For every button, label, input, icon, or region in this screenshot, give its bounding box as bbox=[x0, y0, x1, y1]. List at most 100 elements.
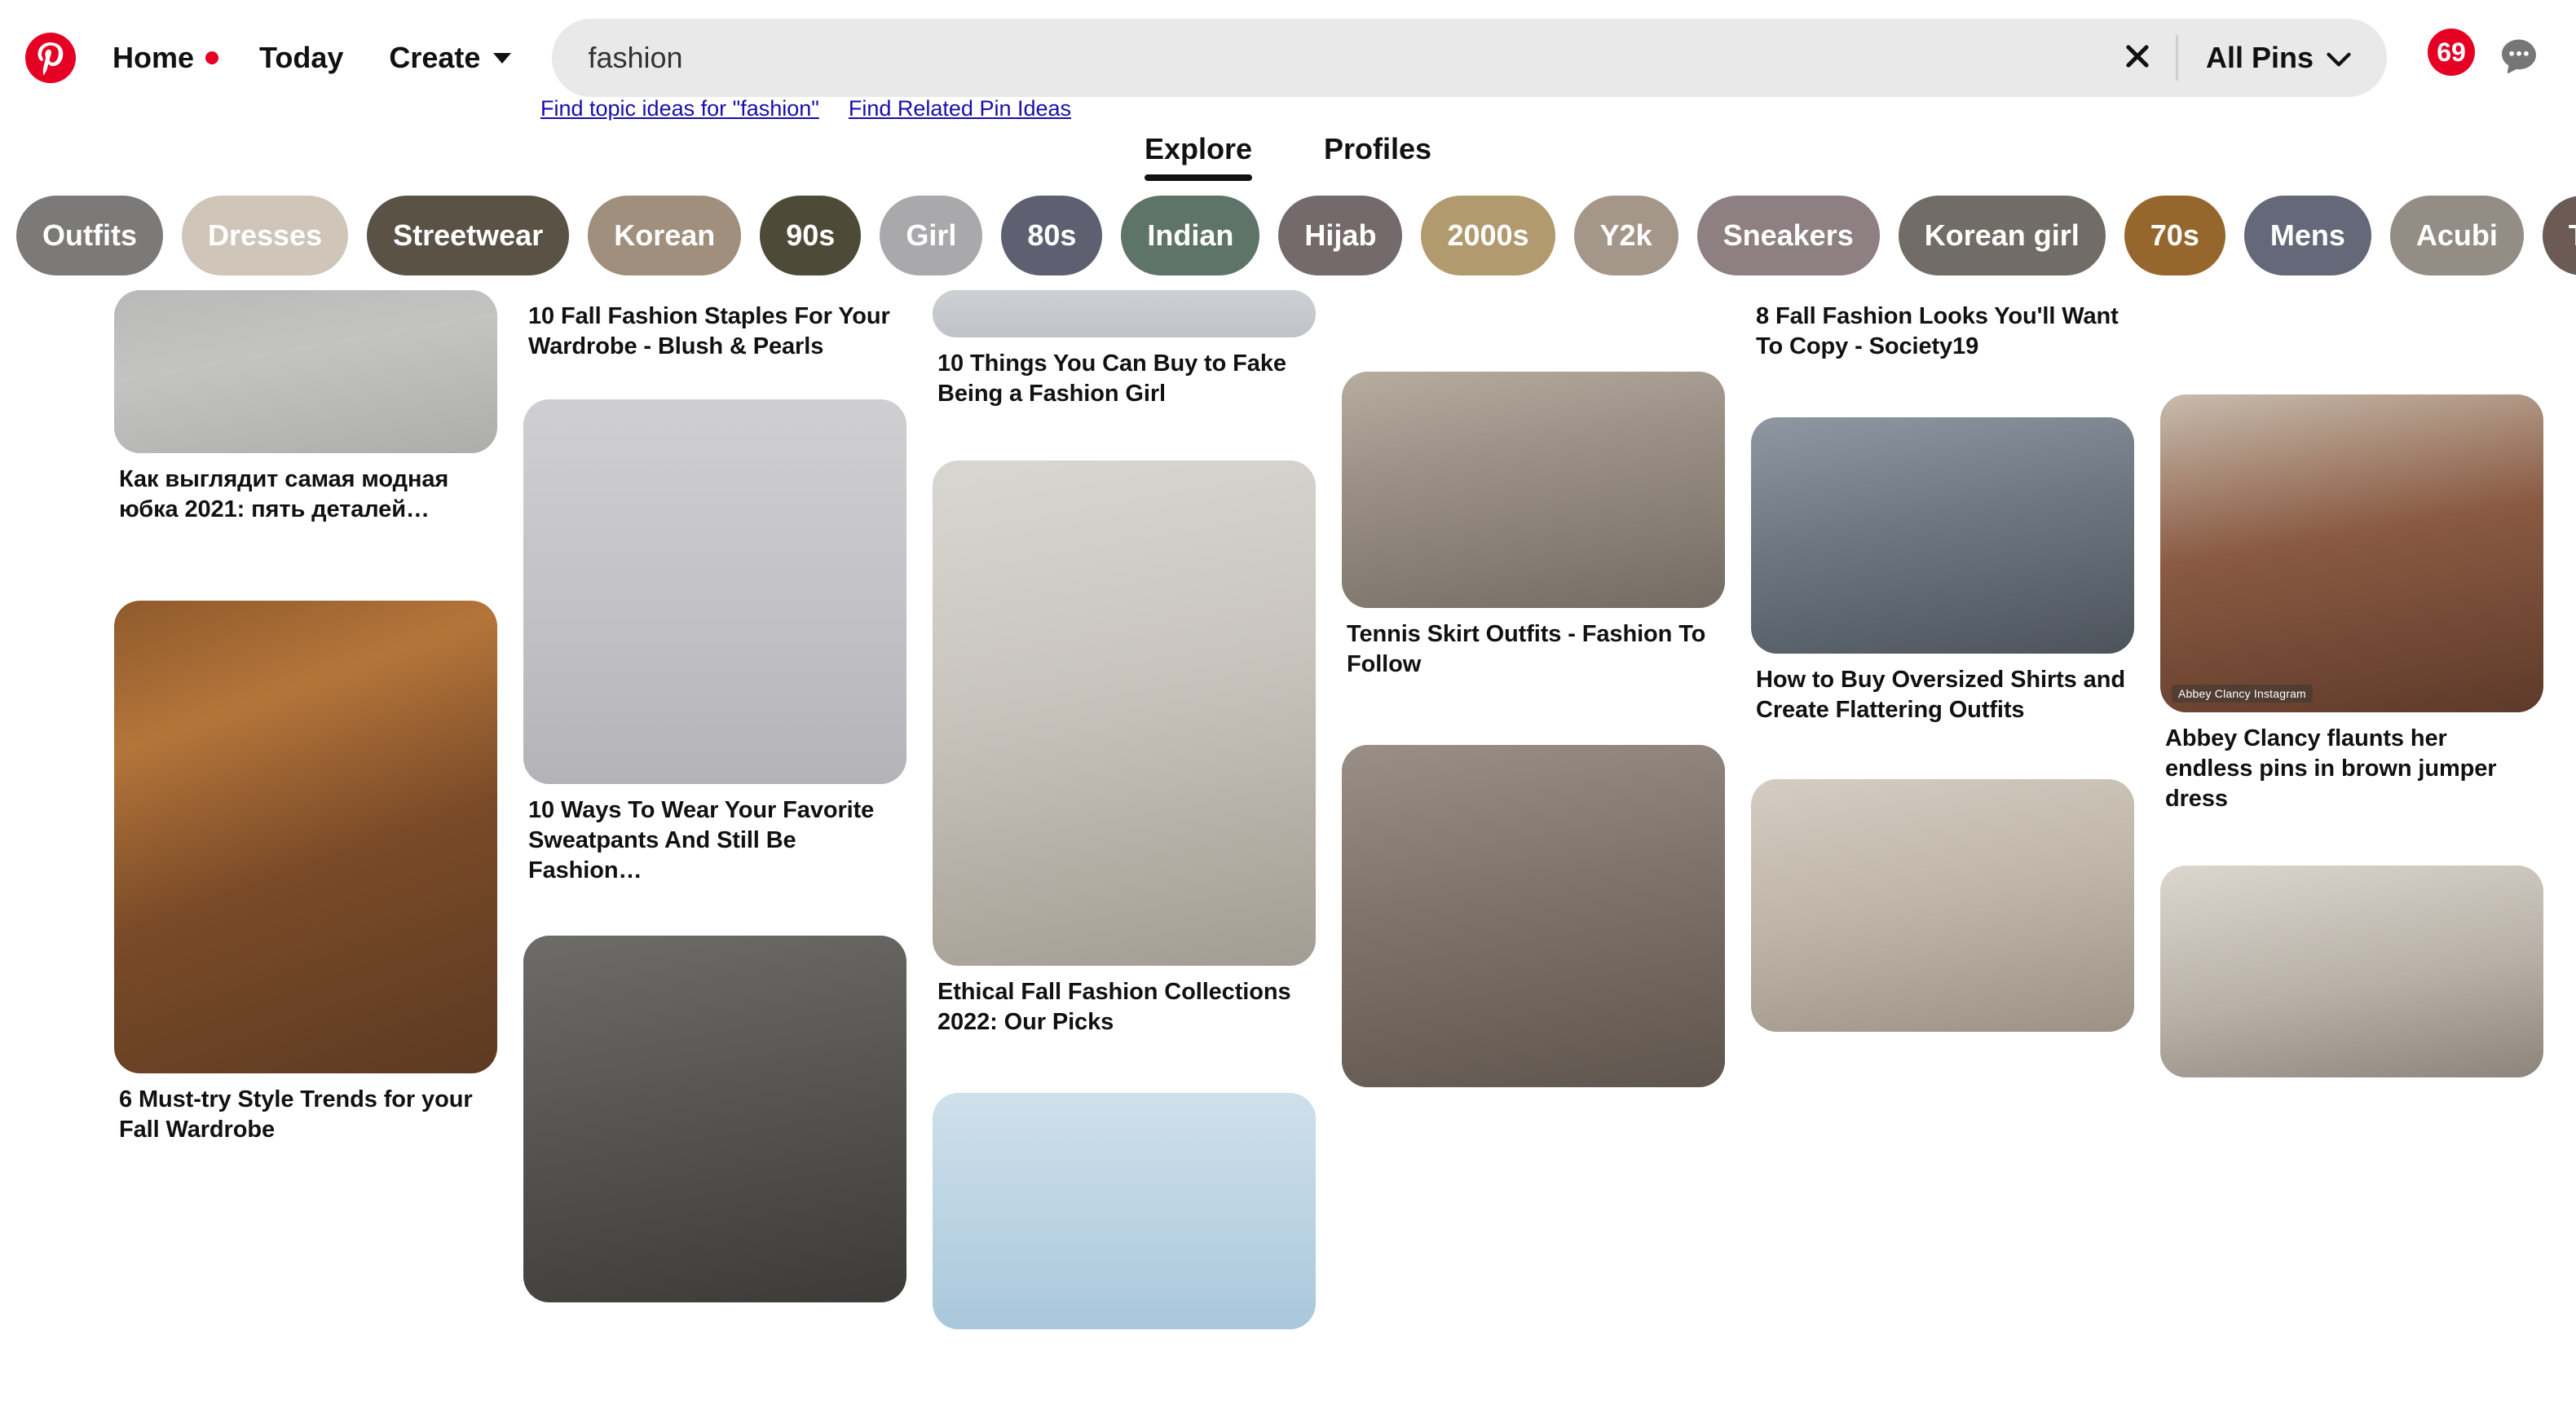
pin-caption[interactable]: Как выглядит самая модная юбка 2021: пят… bbox=[114, 453, 497, 525]
filter-chip-label: Girl bbox=[906, 218, 957, 252]
nav-item-today[interactable]: Today bbox=[236, 25, 366, 90]
find-topic-ideas-link[interactable]: Find topic ideas for "fashion" bbox=[540, 96, 819, 121]
tab-profiles-label: Profiles bbox=[1324, 132, 1432, 165]
notifications-button[interactable]: 69 bbox=[2406, 20, 2481, 95]
filter-chip-label: 90s bbox=[786, 218, 836, 252]
filter-chip-label: 2000s bbox=[1447, 218, 1529, 252]
pin-card[interactable]: 10 Things You Can Buy to Fake Being a Fa… bbox=[933, 290, 1316, 409]
filter-chip[interactable]: Indian bbox=[1121, 196, 1260, 275]
pin-caption[interactable]: Ethical Fall Fashion Collections 2022: O… bbox=[933, 966, 1316, 1038]
pin-card[interactable] bbox=[1342, 745, 1725, 1088]
pin-image-placeholder bbox=[1342, 745, 1725, 1088]
pin-image-placeholder bbox=[2160, 394, 2543, 712]
tab-explore[interactable]: Explore bbox=[1144, 132, 1253, 181]
find-related-pin-ideas-link[interactable]: Find Related Pin Ideas bbox=[849, 96, 1071, 121]
pinterest-logo-button[interactable] bbox=[11, 19, 90, 97]
filter-chip[interactable]: 80s bbox=[1001, 196, 1103, 275]
pin-card[interactable] bbox=[523, 935, 906, 1302]
clear-search-button[interactable] bbox=[2106, 26, 2169, 90]
filter-chip[interactable]: 2000s bbox=[1421, 196, 1555, 275]
pin-card[interactable]: 10 Fall Fashion Staples For Your Wardrob… bbox=[523, 290, 906, 362]
pin-image[interactable] bbox=[933, 460, 1316, 967]
tab-profiles[interactable]: Profiles bbox=[1324, 132, 1431, 181]
search-divider bbox=[2175, 35, 2178, 81]
filter-chip[interactable]: Girl bbox=[880, 196, 983, 275]
filter-chip[interactable]: Dresses bbox=[181, 196, 349, 275]
filter-chip[interactable]: Outfits bbox=[16, 196, 163, 275]
pin-card[interactable]: 6 Must-try Style Trends for your Fall Wa… bbox=[114, 601, 497, 1145]
pinterest-logo-icon bbox=[25, 33, 76, 83]
filter-chip[interactable]: Korean bbox=[588, 196, 742, 275]
pin-image-placeholder bbox=[933, 460, 1316, 967]
pin-image-placeholder bbox=[2160, 866, 2543, 1078]
pin-image[interactable] bbox=[933, 1093, 1316, 1330]
pin-image-placeholder bbox=[933, 290, 1316, 337]
pin-card[interactable] bbox=[1751, 779, 2134, 1033]
filter-chip[interactable]: Korean girl bbox=[1898, 196, 2106, 275]
pin-image[interactable] bbox=[1751, 779, 2134, 1033]
messages-icon bbox=[2496, 33, 2542, 83]
all-pins-dropdown[interactable]: All Pins bbox=[2185, 26, 2379, 90]
top-navigation-bar: Home Today Create fashion All Pins 69 Fi… bbox=[0, 0, 2576, 121]
filter-chip-label: Sneakers bbox=[1722, 218, 1854, 252]
pin-card[interactable] bbox=[2160, 866, 2543, 1078]
messages-button[interactable] bbox=[2481, 20, 2556, 95]
pin-image[interactable] bbox=[2160, 866, 2543, 1078]
filter-chip-label: Korean girl bbox=[1924, 218, 2080, 252]
filter-chip[interactable]: Tomboy bbox=[2542, 196, 2576, 275]
pin-card[interactable]: Tennis Skirt Outfits - Fashion To Follow bbox=[1342, 372, 1725, 680]
pin-image[interactable] bbox=[114, 601, 497, 1074]
pin-caption[interactable]: 10 Ways To Wear Your Favorite Sweatpants… bbox=[523, 784, 906, 886]
pin-card[interactable]: 10 Ways To Wear Your Favorite Sweatpants… bbox=[523, 399, 906, 886]
filter-chip[interactable]: 70s bbox=[2124, 196, 2225, 275]
home-notification-dot-icon bbox=[205, 51, 219, 64]
pin-caption[interactable]: 6 Must-try Style Trends for your Fall Wa… bbox=[114, 1073, 497, 1145]
pin-image[interactable] bbox=[523, 399, 906, 785]
pin-image[interactable] bbox=[523, 935, 906, 1302]
filter-chip-label: Outfits bbox=[42, 218, 137, 252]
pin-card[interactable]: Ethical Fall Fashion Collections 2022: O… bbox=[933, 460, 1316, 1038]
pin-image[interactable] bbox=[933, 290, 1316, 337]
pin-image[interactable] bbox=[1342, 745, 1725, 1088]
filter-chip-label: Acubi bbox=[2415, 218, 2498, 252]
pin-image-placeholder bbox=[1342, 372, 1725, 608]
pin-caption[interactable]: 10 Things You Can Buy to Fake Being a Fa… bbox=[933, 337, 1316, 409]
pin-image[interactable] bbox=[114, 290, 497, 453]
pin-caption[interactable]: 8 Fall Fashion Looks You'll Want To Copy… bbox=[1751, 290, 2134, 362]
pin-caption[interactable]: Abbey Clancy flaunts her endless pins in… bbox=[2160, 712, 2543, 814]
search-input[interactable]: fashion bbox=[588, 43, 2106, 73]
filter-chip-label: Streetwear bbox=[393, 218, 544, 252]
pin-card[interactable]: Как выглядит самая модная юбка 2021: пят… bbox=[114, 290, 497, 525]
pin-card[interactable] bbox=[933, 1093, 1316, 1330]
filter-chip-label: Hijab bbox=[1304, 218, 1377, 252]
nav-item-home[interactable]: Home bbox=[90, 25, 236, 90]
filter-chip[interactable]: Sneakers bbox=[1696, 196, 1880, 275]
pin-caption[interactable]: How to Buy Oversized Shirts and Create F… bbox=[1751, 654, 2134, 725]
pin-image-placeholder bbox=[1751, 779, 2134, 1033]
pin-card[interactable]: Abbey Clancy Instagram Abbey Clancy flaun… bbox=[2160, 394, 2543, 814]
nav-item-create[interactable]: Create bbox=[366, 25, 534, 90]
pin-image[interactable]: Abbey Clancy Instagram bbox=[2160, 394, 2543, 712]
pin-column: 10 Things You Can Buy to Fake Being a Fa… bbox=[933, 290, 1316, 1423]
pin-caption[interactable]: 10 Fall Fashion Staples For Your Wardrob… bbox=[523, 290, 906, 362]
pin-caption[interactable]: Tennis Skirt Outfits - Fashion To Follow bbox=[1342, 608, 1725, 680]
nav-item-home-label: Home bbox=[112, 41, 195, 74]
pin-image[interactable] bbox=[1342, 372, 1725, 608]
filter-chip[interactable]: Mens bbox=[2243, 196, 2371, 275]
pin-image[interactable] bbox=[1751, 417, 2134, 654]
filter-chip-row[interactable]: Outfits Dresses Streetwear Korean 90s Girl 80s… bbox=[0, 181, 2576, 290]
filter-chip[interactable]: 90s bbox=[760, 196, 862, 275]
pin-column: 8 Fall Fashion Looks You'll Want To Copy… bbox=[1751, 290, 2134, 1423]
filter-chip[interactable]: Streetwear bbox=[367, 196, 570, 275]
filter-chip[interactable]: Acubi bbox=[2389, 196, 2524, 275]
chevron-down-icon bbox=[493, 52, 512, 64]
pin-masonry-grid: Как выглядит самая модная юбка 2021: пят… bbox=[0, 290, 2576, 1423]
pin-card[interactable]: 8 Fall Fashion Looks You'll Want To Copy… bbox=[1751, 290, 2134, 362]
filter-chip-label: Indian bbox=[1147, 218, 1234, 252]
nav-item-today-label: Today bbox=[259, 41, 344, 74]
pin-card[interactable]: How to Buy Oversized Shirts and Create F… bbox=[1751, 417, 2134, 725]
filter-chip[interactable]: Hijab bbox=[1278, 196, 1403, 275]
search-box[interactable]: fashion All Pins bbox=[552, 19, 2387, 97]
filter-chip-label: 80s bbox=[1027, 218, 1077, 252]
filter-chip[interactable]: Y2k bbox=[1573, 196, 1678, 275]
